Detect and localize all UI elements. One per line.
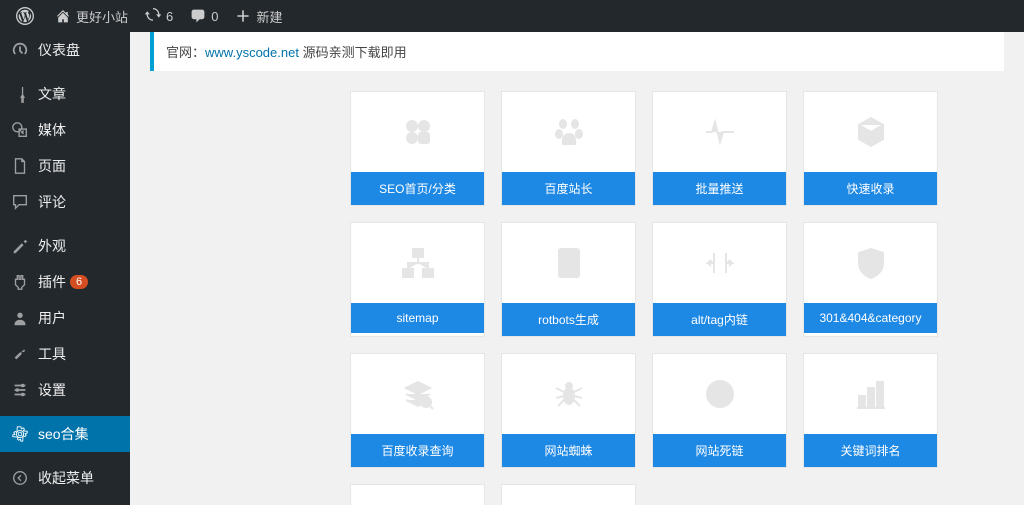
card-label: 301&404&category bbox=[804, 303, 937, 333]
notice-banner: 官网：www.yscode.net 源码亲测下载即用 bbox=[150, 32, 1004, 71]
card-label: 百度收录查询 bbox=[351, 434, 484, 467]
doc-icon bbox=[502, 223, 635, 303]
site-name-item[interactable]: 更好小站 bbox=[46, 0, 136, 32]
page-icon bbox=[10, 156, 30, 176]
notice-suffix: 源码亲测下载即用 bbox=[299, 45, 407, 60]
settings-icon bbox=[10, 380, 30, 400]
card-doc[interactable]: rotbots生成 bbox=[501, 222, 636, 337]
sidebar-item-collapse[interactable]: 收起菜单 bbox=[0, 460, 130, 496]
card-cube[interactable]: 快速收录 bbox=[803, 91, 938, 206]
card-label: 关键词排名 bbox=[804, 434, 937, 467]
home-icon bbox=[54, 7, 72, 25]
pin-icon bbox=[10, 84, 30, 104]
sidebar-item-posts[interactable]: 文章 bbox=[0, 76, 130, 112]
admin-sidebar: 仪表盘 文章 媒体 页面 评论 外观 插件 6 bbox=[0, 32, 130, 505]
grid-icon bbox=[351, 92, 484, 172]
comments-icon bbox=[189, 7, 207, 25]
plugins-badge: 6 bbox=[70, 275, 88, 289]
sidebar-item-label: 插件 bbox=[38, 272, 66, 292]
card-label: 快速收录 bbox=[804, 172, 937, 205]
card-pulse[interactable]: 批量推送 bbox=[652, 91, 787, 206]
sidebar-item-appearance[interactable]: 外观 bbox=[0, 228, 130, 264]
card-shield[interactable]: 301&404&category bbox=[803, 222, 938, 337]
comment-icon bbox=[10, 192, 30, 212]
gear-icon bbox=[10, 424, 30, 444]
globe-icon bbox=[653, 354, 786, 434]
layers-icon bbox=[351, 354, 484, 434]
card-bars[interactable]: 关键词排名 bbox=[803, 353, 938, 468]
sidebar-item-label: 用户 bbox=[38, 308, 66, 328]
sidebar-item-label: 设置 bbox=[38, 380, 66, 400]
plugin-icon bbox=[10, 272, 30, 292]
card-label: 百度站长 bbox=[502, 172, 635, 205]
sidebar-item-label: 文章 bbox=[38, 84, 66, 104]
sidebar-item-tools[interactable]: 工具 bbox=[0, 336, 130, 372]
card-label: sitemap bbox=[351, 303, 484, 333]
card-globe[interactable]: 网站死链 bbox=[652, 353, 787, 468]
card-label: rotbots生成 bbox=[502, 303, 635, 336]
sidebar-item-seo[interactable]: seo合集 bbox=[0, 416, 130, 452]
sidebar-item-dashboard[interactable]: 仪表盘 bbox=[0, 32, 130, 68]
cube-icon bbox=[804, 92, 937, 172]
appearance-icon bbox=[10, 236, 30, 256]
media-icon bbox=[10, 120, 30, 140]
bars-icon bbox=[804, 354, 937, 434]
comments-count: 0 bbox=[211, 9, 218, 24]
sidebar-item-label: 评论 bbox=[38, 192, 66, 212]
card-label: 批量推送 bbox=[653, 172, 786, 205]
tools-icon bbox=[10, 344, 30, 364]
updates-count: 6 bbox=[166, 9, 173, 24]
main-content: 官网：www.yscode.net 源码亲测下载即用 SEO首页/分类百度站长批… bbox=[130, 32, 1024, 505]
sidebar-item-settings[interactable]: 设置 bbox=[0, 372, 130, 408]
spider-icon bbox=[502, 354, 635, 434]
pulse-icon bbox=[653, 92, 786, 172]
site-name: 更好小站 bbox=[76, 7, 128, 26]
card-hex[interactable] bbox=[350, 484, 485, 505]
user-icon bbox=[10, 308, 30, 328]
card-hierarchy[interactable]: sitemap bbox=[350, 222, 485, 337]
sidebar-item-label: 仪表盘 bbox=[38, 40, 80, 60]
sidebar-item-label: 收起菜单 bbox=[38, 468, 94, 488]
new-label: 新建 bbox=[256, 7, 282, 26]
comments-item[interactable]: 0 bbox=[181, 0, 226, 32]
sidebar-item-media[interactable]: 媒体 bbox=[0, 112, 130, 148]
card-grid: SEO首页/分类百度站长批量推送快速收录 sitemap rotbots生成 alt/… bbox=[150, 91, 1004, 505]
sidebar-item-label: seo合集 bbox=[38, 424, 89, 444]
new-content-item[interactable]: 新建 bbox=[226, 0, 290, 32]
resize-icon bbox=[653, 223, 786, 303]
updates-item[interactable]: 6 bbox=[136, 0, 181, 32]
hex-icon bbox=[351, 485, 484, 505]
cloud-icon bbox=[502, 485, 635, 505]
card-layers[interactable]: 百度收录查询 bbox=[350, 353, 485, 468]
sidebar-item-label: 工具 bbox=[38, 344, 66, 364]
admin-topbar: 更好小站 6 0 新建 bbox=[0, 0, 1024, 32]
sidebar-item-pages[interactable]: 页面 bbox=[0, 148, 130, 184]
card-label: alt/tag内链 bbox=[653, 303, 786, 336]
card-label: 网站死链 bbox=[653, 434, 786, 467]
sidebar-item-label: 页面 bbox=[38, 156, 66, 176]
notice-prefix: 官网： bbox=[166, 45, 205, 60]
sidebar-item-plugins[interactable]: 插件 6 bbox=[0, 264, 130, 300]
dashboard-icon bbox=[10, 40, 30, 60]
sidebar-item-users[interactable]: 用户 bbox=[0, 300, 130, 336]
baidu-icon bbox=[502, 92, 635, 172]
card-label: SEO首页/分类 bbox=[351, 172, 484, 205]
collapse-icon bbox=[10, 468, 30, 488]
card-spider[interactable]: 网站蜘蛛 bbox=[501, 353, 636, 468]
card-label: 网站蜘蛛 bbox=[502, 434, 635, 467]
notice-link[interactable]: www.yscode.net bbox=[205, 45, 299, 60]
plus-icon bbox=[234, 7, 252, 25]
card-resize[interactable]: alt/tag内链 bbox=[652, 222, 787, 337]
sidebar-item-label: 外观 bbox=[38, 236, 66, 256]
wordpress-icon bbox=[16, 7, 34, 25]
hierarchy-icon bbox=[351, 223, 484, 303]
sidebar-item-comments[interactable]: 评论 bbox=[0, 184, 130, 220]
card-cloud[interactable] bbox=[501, 484, 636, 505]
wp-logo-item[interactable] bbox=[8, 0, 46, 32]
updates-icon bbox=[144, 7, 162, 25]
card-baidu[interactable]: 百度站长 bbox=[501, 91, 636, 206]
shield-icon bbox=[804, 223, 937, 303]
card-grid[interactable]: SEO首页/分类 bbox=[350, 91, 485, 206]
sidebar-item-label: 媒体 bbox=[38, 120, 66, 140]
